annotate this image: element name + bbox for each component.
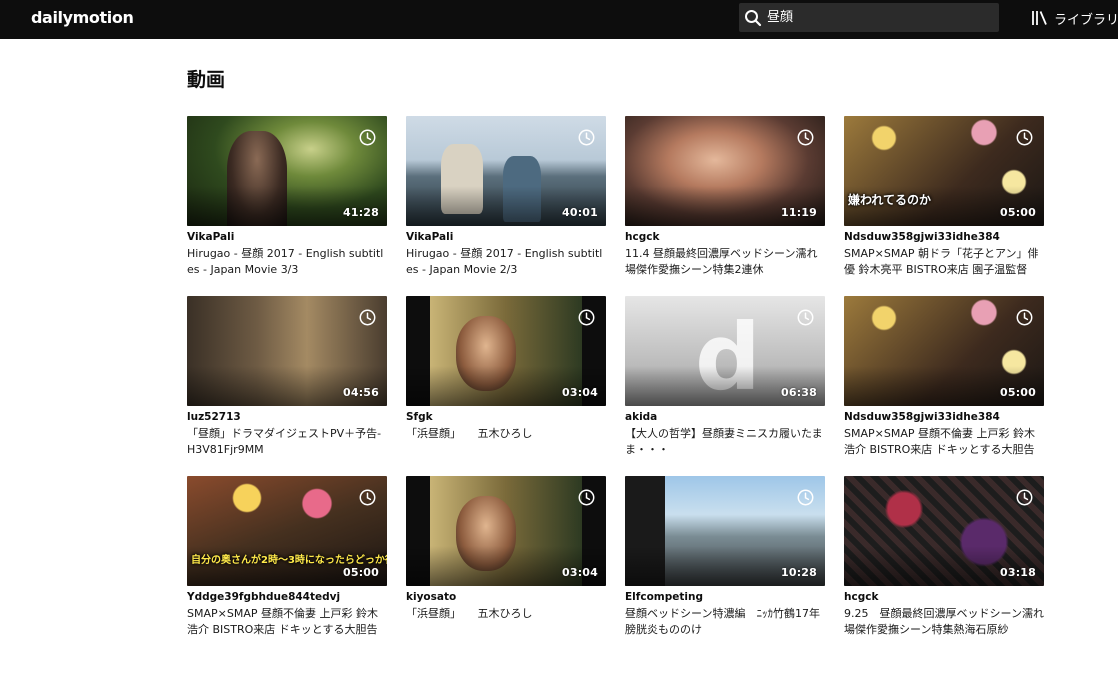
video-card[interactable]: 40:01 VikaPali Hirugao - 昼顔 2017 - Engli… <box>406 116 606 277</box>
video-title[interactable]: SMAP×SMAP 昼顔不倫妻 上戸彩 鈴木浩介 BISTRO来店 ドキッとする… <box>187 606 387 637</box>
video-card[interactable]: 05:00 Ndsduw358gjwi33idhe384 SMAP×SMAP 昼… <box>844 296 1044 457</box>
video-owner[interactable]: Elfcompeting <box>625 591 825 604</box>
video-card[interactable]: 41:28 VikaPali Hirugao - 昼顔 2017 - Engli… <box>187 116 387 277</box>
video-thumbnail[interactable]: 04:56 <box>187 296 387 406</box>
video-card[interactable]: 03:18 hcgck 9.25 昼顔最終回濃厚ベッドシーン濡れ場傑作愛撫シーン… <box>844 476 1044 637</box>
video-title[interactable]: 昼顔ベッドシーン特濃編 ﾆｯｶ竹鶴17年 膀胱炎もののけ <box>625 606 825 637</box>
video-owner[interactable]: hcgck <box>844 591 1044 604</box>
video-thumbnail[interactable]: 03:04 <box>406 296 606 406</box>
library-icon <box>1032 11 1047 25</box>
video-title[interactable]: 11.4 昼顔最終回濃厚ベッドシーン濡れ場傑作愛撫シーン特集2連休 <box>625 246 825 277</box>
video-thumbnail[interactable]: d 06:38 <box>625 296 825 406</box>
video-duration: 03:04 <box>561 386 598 399</box>
video-owner[interactable]: kiyosato <box>406 591 606 604</box>
watch-later-clock-icon[interactable] <box>1016 309 1033 326</box>
video-thumbnail[interactable]: 10:28 <box>625 476 825 586</box>
video-duration: 06:38 <box>780 386 817 399</box>
search-input[interactable]: 昼顔 <box>739 3 999 32</box>
video-owner[interactable]: luz52713 <box>187 411 387 424</box>
video-title[interactable]: Hirugao - 昼顔 2017 - English subtitles - … <box>406 246 606 277</box>
video-owner[interactable]: VikaPali <box>406 231 606 244</box>
video-card[interactable]: 10:28 Elfcompeting 昼顔ベッドシーン特濃編 ﾆｯｶ竹鶴17年 … <box>625 476 825 637</box>
video-duration: 03:04 <box>561 566 598 579</box>
video-thumbnail[interactable]: 03:04 <box>406 476 606 586</box>
video-thumbnail[interactable]: 41:28 <box>187 116 387 226</box>
video-card[interactable]: 嫌われてるのか 05:00 Ndsduw358gjwi33idhe384 SMA… <box>844 116 1044 277</box>
watch-later-clock-icon[interactable] <box>1016 489 1033 506</box>
video-card[interactable]: 11:19 hcgck 11.4 昼顔最終回濃厚ベッドシーン濡れ場傑作愛撫シーン… <box>625 116 825 277</box>
video-duration: 05:00 <box>342 566 379 579</box>
library-label: ライブラリ <box>1054 12 1118 28</box>
video-title[interactable]: Hirugao - 昼顔 2017 - English subtitles - … <box>187 246 387 277</box>
watch-later-clock-icon[interactable] <box>797 309 814 326</box>
watch-later-clock-icon[interactable] <box>359 489 376 506</box>
video-title[interactable]: SMAP×SMAP 朝ドラ「花子とアン」俳優 鈴木亮平 BISTRO来店 園子温… <box>844 246 1044 277</box>
video-duration: 10:28 <box>780 566 817 579</box>
watch-later-clock-icon[interactable] <box>578 489 595 506</box>
video-title[interactable]: 「浜昼顔」 五木ひろし <box>406 606 606 622</box>
video-thumbnail[interactable]: 11:19 <box>625 116 825 226</box>
video-title[interactable]: 「昼顔」ドラマダイジェストPV＋予告-H3V81Fjr9MM <box>187 426 387 457</box>
video-card[interactable]: 03:04 kiyosato 「浜昼顔」 五木ひろし <box>406 476 606 622</box>
thumbnail-caption: 自分の奥さんが2時～3時になったらどっか行っちゃう <box>191 555 387 566</box>
video-duration: 05:00 <box>999 386 1036 399</box>
video-owner[interactable]: Ndsduw358gjwi33idhe384 <box>844 231 1044 244</box>
video-owner[interactable]: Yddge39fgbhdue844tedvj <box>187 591 387 604</box>
video-owner[interactable]: Sfgk <box>406 411 606 424</box>
video-card[interactable]: 04:56 luz52713 「昼顔」ドラマダイジェストPV＋予告-H3V81F… <box>187 296 387 457</box>
video-duration: 03:18 <box>999 566 1036 579</box>
section-title: 動画 <box>187 69 226 91</box>
video-duration: 40:01 <box>561 206 598 219</box>
dailymotion-logo[interactable]: dailymotion <box>31 6 134 30</box>
watch-later-clock-icon[interactable] <box>578 129 595 146</box>
video-title[interactable]: SMAP×SMAP 昼顔不倫妻 上戸彩 鈴木浩介 BISTRO来店 ドキッとする… <box>844 426 1044 457</box>
thumbnail-caption: 嫌われてるのか <box>848 193 932 207</box>
watch-later-clock-icon[interactable] <box>797 129 814 146</box>
video-card[interactable]: d 06:38 akida 【大人の哲学】昼顔妻ミニスカ履いたまま・・・ <box>625 296 825 457</box>
video-card[interactable]: 03:04 Sfgk 「浜昼顔」 五木ひろし <box>406 296 606 442</box>
video-thumbnail[interactable]: 嫌われてるのか 05:00 <box>844 116 1044 226</box>
watch-later-clock-icon[interactable] <box>359 129 376 146</box>
video-title[interactable]: 【大人の哲学】昼顔妻ミニスカ履いたまま・・・ <box>625 426 825 457</box>
search-icon[interactable] <box>744 9 762 27</box>
video-duration: 04:56 <box>342 386 379 399</box>
video-owner[interactable]: hcgck <box>625 231 825 244</box>
video-thumbnail[interactable]: 40:01 <box>406 116 606 226</box>
video-thumbnail[interactable]: 05:00 <box>844 296 1044 406</box>
watch-later-clock-icon[interactable] <box>359 309 376 326</box>
watch-later-clock-icon[interactable] <box>1016 129 1033 146</box>
video-owner[interactable]: akida <box>625 411 825 424</box>
video-title[interactable]: 「浜昼顔」 五木ひろし <box>406 426 606 442</box>
video-duration: 41:28 <box>342 206 379 219</box>
video-duration: 05:00 <box>999 206 1036 219</box>
video-thumbnail[interactable]: 自分の奥さんが2時～3時になったらどっか行っちゃう 05:00 <box>187 476 387 586</box>
watch-later-clock-icon[interactable] <box>797 489 814 506</box>
library-link[interactable]: ライブラリ <box>1031 8 1118 28</box>
video-thumbnail[interactable]: 03:18 <box>844 476 1044 586</box>
video-duration: 11:19 <box>780 206 817 219</box>
search-query[interactable]: 昼顔 <box>767 3 793 32</box>
video-owner[interactable]: VikaPali <box>187 231 387 244</box>
video-title[interactable]: 9.25 昼顔最終回濃厚ベッドシーン濡れ場傑作愛撫シーン特集熱海石原紗 <box>844 606 1044 637</box>
video-owner[interactable]: Ndsduw358gjwi33idhe384 <box>844 411 1044 424</box>
video-card[interactable]: 自分の奥さんが2時～3時になったらどっか行っちゃう 05:00 Yddge39f… <box>187 476 387 637</box>
watch-later-clock-icon[interactable] <box>578 309 595 326</box>
top-bar: dailymotion 昼顔 ライブラリ <box>0 0 1118 39</box>
